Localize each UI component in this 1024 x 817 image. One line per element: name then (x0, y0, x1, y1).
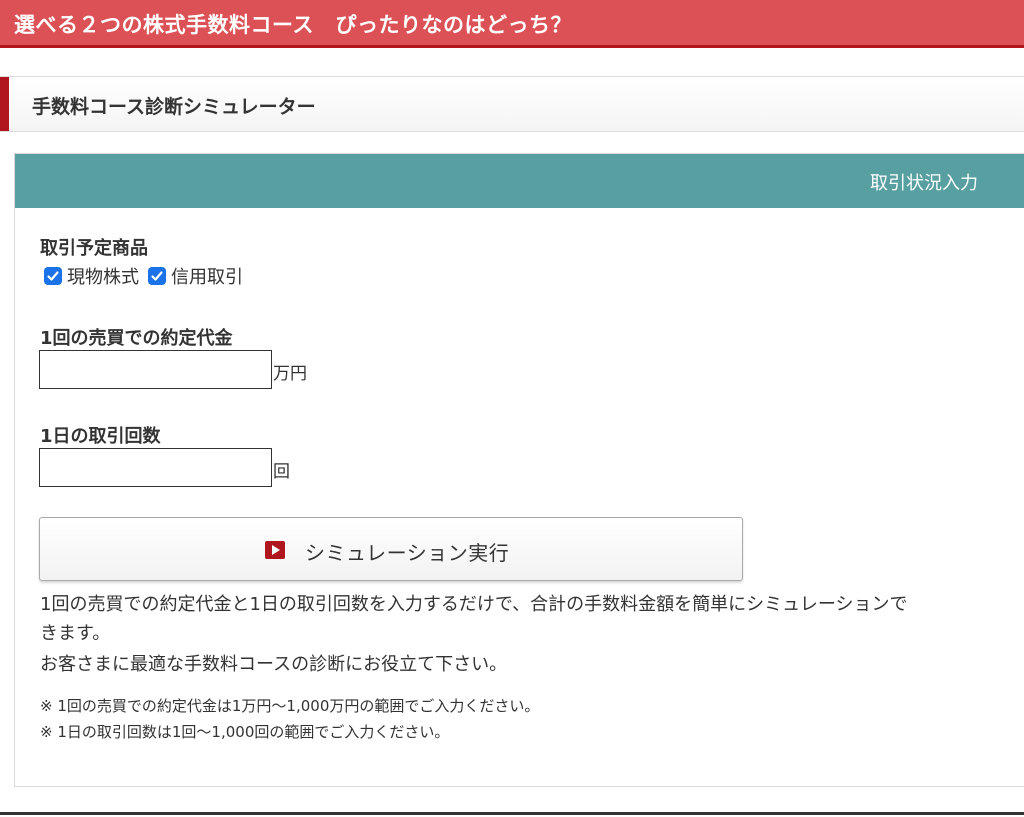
panel-header-label: 取引状況入力 (870, 173, 978, 194)
checkbox-stock-label[interactable]: 現物株式 (67, 263, 139, 289)
section-accent-bar (0, 77, 9, 131)
description-line-1: 1回の売買での約定代金と1日の取引回数を入力するだけで、合計の手数料金額を簡単に… (40, 594, 908, 615)
simulator-panel: 取引状況入力 取引予定商品 現物株式 信用取引 1回の売買での約定代金 万円 1… (14, 153, 1024, 787)
amount-title: 1回の売買での約定代金 (40, 328, 233, 349)
checkbox-margin-label[interactable]: 信用取引 (171, 263, 243, 289)
products-title: 取引予定商品 (40, 238, 148, 259)
description-line-3: お客さまに最適な手数料コースの診断にお役立て下さい。 (40, 654, 508, 675)
play-icon (265, 541, 285, 559)
bottom-divider (0, 812, 1024, 815)
banner-title: 選べる２つの株式手数料コース ぴったりなのはどっち？ (14, 13, 572, 37)
count-input[interactable] (39, 448, 272, 487)
count-unit: 回 (273, 462, 290, 482)
product-checkboxes: 現物株式 信用取引 (44, 263, 252, 289)
note-amount-range: ※ 1回の売買での約定代金は1万円～1,000万円の範囲でご入力ください。 (40, 697, 540, 715)
checkmark-icon (151, 271, 163, 281)
section-title: 手数料コース診断シミュレーター (32, 96, 316, 118)
simulation-run-button[interactable]: シミュレーション実行 (39, 517, 743, 581)
section-header: 手数料コース診断シミュレーター (0, 76, 1024, 132)
page: 選べる２つの株式手数料コース ぴったりなのはどっち？ 手数料コース診断シミュレー… (0, 0, 1024, 817)
note-count-range: ※ 1日の取引回数は1回～1,000回の範囲でご入力ください。 (40, 723, 450, 741)
count-title: 1日の取引回数 (40, 426, 161, 447)
description-line-2: きます。 (40, 623, 111, 644)
checkmark-icon (47, 271, 59, 281)
top-banner: 選べる２つの株式手数料コース ぴったりなのはどっち？ (0, 0, 1024, 48)
simulation-run-label: シミュレーション実行 (305, 541, 510, 565)
panel-header: 取引状況入力 (15, 154, 1024, 208)
checkbox-stock[interactable] (44, 267, 62, 285)
checkbox-margin[interactable] (148, 267, 166, 285)
amount-unit: 万円 (273, 364, 307, 384)
amount-input[interactable] (39, 350, 272, 389)
